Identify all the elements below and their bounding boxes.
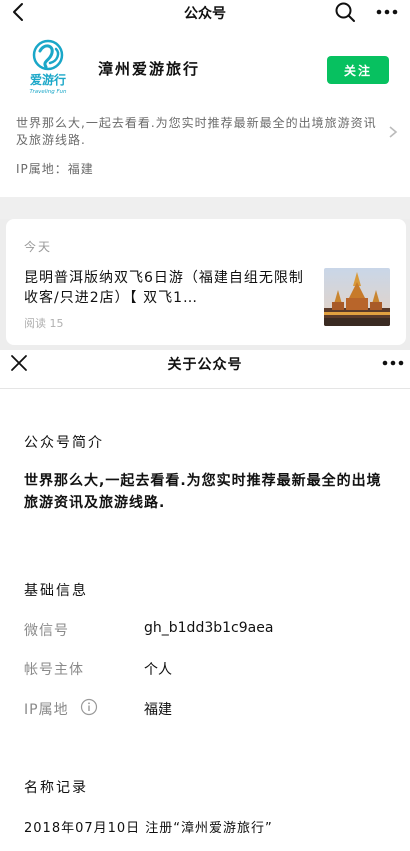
wechat-id-label: 微信号: [24, 623, 69, 639]
search-icon: [335, 2, 355, 22]
name-history-item: 2018年07月10日 注册“漳州爱游旅行”: [24, 821, 273, 836]
account-intro[interactable]: 世界那么大,一起去看看.为您实时推荐最新最全的出境旅游资讯及旅游线路.: [16, 115, 378, 149]
account-logo-image: 爱游行 Traveling Fun: [30, 39, 67, 95]
account-owner-label: 帐号主体: [24, 662, 84, 678]
about-more-button[interactable]: [380, 352, 406, 374]
info-icon[interactable]: [80, 698, 98, 716]
about-sheet: [0, 350, 410, 851]
article-thumbnail[interactable]: [324, 268, 390, 326]
ip-location-value: 福建: [144, 702, 172, 718]
logo-text: 爱游行: [30, 72, 66, 87]
wechat-id-value[interactable]: gh_b1dd3b1c9aea: [144, 620, 273, 636]
chevron-right-icon[interactable]: [388, 124, 398, 143]
follow-button[interactable]: 关注: [327, 56, 389, 84]
separator-gap: [0, 197, 410, 219]
logo-subtext: Traveling Fun: [30, 89, 67, 95]
article-date: 今天: [24, 240, 53, 254]
search-button[interactable]: [334, 1, 356, 23]
article-read-count: 阅读 15: [24, 317, 64, 330]
article-title[interactable]: 昆明普洱版纳双飞6日游（福建自组无限制收客/只进2店）【 双飞1…: [24, 268, 312, 308]
more-button[interactable]: [374, 1, 400, 23]
name-history-heading: 名称记录: [24, 780, 88, 796]
about-title: 关于公众号: [167, 357, 243, 373]
more-dots-icon: [382, 360, 404, 366]
intro-heading: 公众号简介: [24, 435, 104, 451]
account-name: 漳州爱游旅行: [98, 60, 201, 78]
intro-full-text: 世界那么大,一起去看看.为您实时推荐最新最全的出境旅游资讯及旅游线路.: [24, 473, 382, 511]
sheet-divider: [0, 388, 410, 389]
account-logo: 爱游行 Traveling Fun: [22, 39, 74, 95]
more-dots-icon: [376, 9, 398, 15]
ip-location: IP属地：福建: [16, 162, 94, 176]
temple-image: [324, 268, 390, 326]
basic-info-heading: 基础信息: [24, 583, 88, 599]
account-owner-value: 个人: [144, 662, 172, 678]
ip-location-label: IP属地: [24, 702, 69, 718]
